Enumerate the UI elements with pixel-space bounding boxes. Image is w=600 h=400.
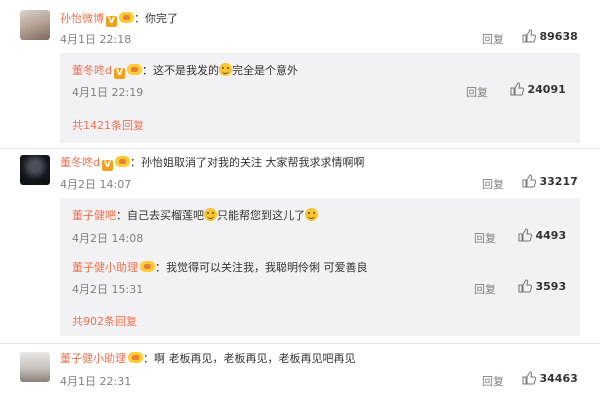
username-link[interactable]: 董冬咚d <box>72 64 112 77</box>
comment-text: 你完了 <box>145 12 178 25</box>
smile-emoji-icon <box>305 208 318 221</box>
separator: ： <box>155 261 166 274</box>
like-button[interactable]: 34463 <box>522 371 578 385</box>
avatar[interactable] <box>20 352 50 382</box>
fan-badge-icon <box>119 12 134 23</box>
comment-2: 董冬咚d V ：孙怡姐取消了对我的关注 大家帮我求求情啊啊 <box>60 154 364 171</box>
verified-badge-icon: V <box>113 68 125 79</box>
like-button[interactable]: 89638 <box>522 29 578 43</box>
subreply-text: 完全是个意外 <box>231 64 298 77</box>
subreply-text: 这不是我发的 <box>152 64 219 77</box>
divider <box>0 148 600 149</box>
like-count: 89638 <box>539 30 578 43</box>
reply-button[interactable]: 回复 <box>466 84 488 100</box>
subreply: 董冬咚d V ：这不是我发的 完全是个意外 <box>72 62 298 79</box>
like-button[interactable]: 33217 <box>522 174 578 188</box>
fan-badge-icon <box>126 64 142 75</box>
subreply-time: 4月2日 14:08 <box>72 232 144 245</box>
more-replies-link[interactable]: 共902条回复 <box>72 313 137 329</box>
reply-button[interactable]: 回复 <box>474 281 496 297</box>
smile-emoji-icon <box>218 63 232 76</box>
like-count: 34463 <box>539 372 578 385</box>
like-count: 24091 <box>527 83 566 96</box>
thumbs-up-icon <box>510 82 524 96</box>
username-link[interactable]: 董子健吧 <box>72 209 116 222</box>
like-button[interactable]: 24091 <box>510 82 566 96</box>
fan-badge-icon <box>114 156 130 167</box>
smile-emoji-icon <box>204 208 217 221</box>
comment-text: 啊 老板再见，老板再见，老板再见吧再见 <box>154 352 356 365</box>
comment-time: 4月2日 14:07 <box>60 178 132 191</box>
fan-badge-icon <box>128 352 143 363</box>
username-link[interactable]: 孙怡微博 <box>60 12 104 25</box>
fan-badge-icon <box>140 261 155 272</box>
subreply-time: 4月2日 15:31 <box>72 283 144 296</box>
subreply-text: 我觉得可以关注我，我聪明伶俐 可爱善良 <box>166 261 368 274</box>
verified-badge-icon: V <box>106 16 117 27</box>
comment-time: 4月1日 22:31 <box>60 375 132 388</box>
comment-3: 董子健小助理 ：啊 老板再见，老板再见，老板再见吧再见 <box>60 350 356 366</box>
comment-text: 孙怡姐取消了对我的关注 大家帮我求求情啊啊 <box>140 156 365 169</box>
username-link[interactable]: 董子健小助理 <box>60 352 126 365</box>
subreply-text: 只能帮您到这儿了 <box>217 209 305 222</box>
thumbs-up-icon <box>518 228 532 242</box>
thumbs-up-icon <box>518 279 532 293</box>
thumbs-up-icon <box>522 371 536 385</box>
divider <box>0 343 600 344</box>
thumbs-up-icon <box>522 29 536 43</box>
separator: ： <box>129 156 141 169</box>
separator: ： <box>134 12 145 25</box>
more-replies-link[interactable]: 共1421条回复 <box>72 117 144 133</box>
username-link[interactable]: 董子健小助理 <box>72 261 138 274</box>
separator: ： <box>141 64 153 77</box>
verified-badge-icon: V <box>101 160 113 171</box>
separator: ： <box>116 209 127 222</box>
subreply: 董子健小助理 ：我觉得可以关注我，我聪明伶俐 可爱善良 <box>72 259 368 275</box>
comment-1: 孙怡微博 V ：你完了 <box>60 10 178 27</box>
separator: ： <box>143 352 154 365</box>
like-button[interactable]: 3593 <box>518 279 566 293</box>
like-button[interactable]: 4493 <box>518 228 566 242</box>
like-count: 33217 <box>539 175 578 188</box>
like-count: 3593 <box>535 280 567 293</box>
subreply: 董子健吧：自己去买榴莲吧 只能帮您到这儿了 <box>72 207 318 223</box>
username-link[interactable]: 董冬咚d <box>60 156 100 169</box>
reply-button[interactable]: 回复 <box>482 31 504 47</box>
reply-button[interactable]: 回复 <box>482 373 504 389</box>
reply-button[interactable]: 回复 <box>482 176 504 192</box>
avatar[interactable] <box>20 10 50 40</box>
avatar[interactable] <box>20 155 50 185</box>
reply-button[interactable]: 回复 <box>474 230 496 246</box>
subreply-text: 自己去买榴莲吧 <box>127 209 204 222</box>
thumbs-up-icon <box>522 174 536 188</box>
comment-time: 4月1日 22:18 <box>60 33 132 46</box>
subreply-time: 4月1日 22:19 <box>72 86 144 99</box>
like-count: 4493 <box>535 229 567 242</box>
